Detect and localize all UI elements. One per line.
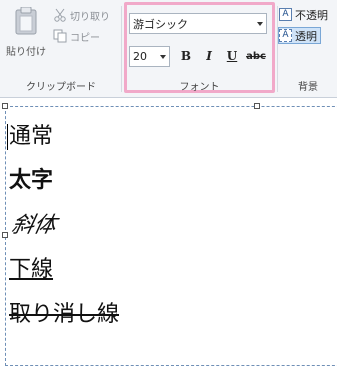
text-line-strikethrough: 取り消し線 <box>9 302 120 327</box>
text-line-underline: 下線 <box>9 257 54 282</box>
resize-handle[interactable] <box>254 103 260 109</box>
paste-button[interactable]: 貼り付け <box>3 5 49 61</box>
font-family-value: 游ゴシック <box>133 17 188 31</box>
text-cursor <box>7 124 8 150</box>
separator <box>121 6 122 92</box>
clipboard-group-label: クリップボード <box>26 82 96 93</box>
font-family-combo[interactable]: 游ゴシック <box>129 13 267 34</box>
font-group: 游ゴシック 20 B I U abc フォント <box>124 2 275 93</box>
scissors-icon <box>53 8 67 22</box>
opaque-option[interactable]: A 不透明 <box>279 6 331 23</box>
background-group-label: 背景 <box>298 82 318 93</box>
copy-button[interactable]: コピー <box>53 28 100 44</box>
strikethrough-button[interactable]: abc <box>244 47 268 65</box>
ribbon: 貼り付け 切り取り コピー クリップボード 游ゴシック 20 B I U abc… <box>0 0 337 98</box>
opaque-icon: A <box>279 8 292 21</box>
text-line-bold: 太字 <box>9 168 54 193</box>
resize-handle[interactable] <box>2 232 8 238</box>
font-group-label: フォント <box>179 82 220 93</box>
chevron-down-icon[interactable] <box>160 54 166 59</box>
cut-label: 切り取り <box>70 11 110 23</box>
italic-button[interactable]: I <box>200 47 218 65</box>
resize-handle[interactable] <box>2 103 8 109</box>
text-line-italic: 斜体 <box>9 213 59 238</box>
paste-label: 貼り付け <box>6 47 46 58</box>
cut-button[interactable]: 切り取り <box>53 7 110 23</box>
transparent-icon: A <box>279 29 292 42</box>
opaque-label: 不透明 <box>295 8 328 22</box>
canvas[interactable]: 通常 太字 斜体 下線 取り消し線 <box>0 98 337 366</box>
font-size-value: 20 <box>133 50 147 63</box>
clipboard-icon <box>15 7 37 35</box>
bold-button[interactable]: B <box>177 47 195 65</box>
underline-button[interactable]: U <box>223 47 241 65</box>
chevron-down-icon[interactable] <box>257 21 263 26</box>
font-size-combo[interactable]: 20 <box>129 46 170 67</box>
text-line-normal: 通常 <box>9 124 54 149</box>
copy-icon <box>53 29 67 43</box>
separator <box>277 6 278 92</box>
copy-label: コピー <box>70 32 100 44</box>
transparent-option[interactable]: A 透明 <box>278 27 321 44</box>
transparent-label: 透明 <box>295 29 317 43</box>
